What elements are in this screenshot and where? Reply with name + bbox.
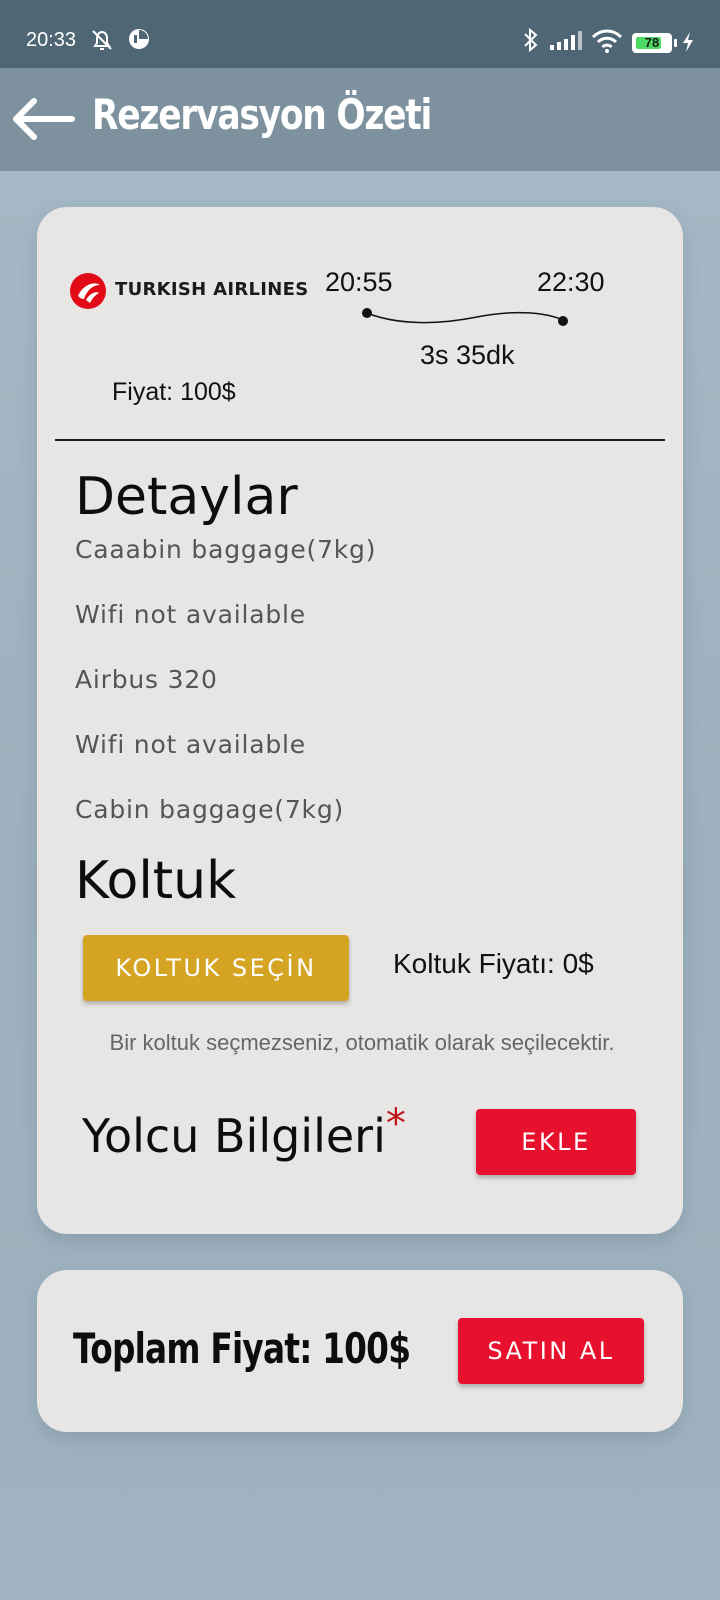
passenger-info-label: Yolcu Bilgileri	[82, 1109, 386, 1163]
status-time: 20:33	[26, 29, 77, 51]
battery-icon: 78	[632, 33, 672, 53]
seat-price: Koltuk Fiyatı: 0$	[393, 948, 594, 979]
total-card: Toplam Fiyat: 100$ SATIN AL	[37, 1270, 683, 1432]
battery-level: 78	[644, 35, 660, 50]
arrow-left-icon[interactable]	[8, 96, 76, 142]
buy-button[interactable]: SATIN AL	[458, 1318, 644, 1384]
divider	[55, 439, 665, 441]
alarm-off-icon	[92, 30, 112, 50]
seat-title: Koltuk	[75, 851, 237, 911]
airline-name: TURKISH AIRLINES	[115, 279, 309, 300]
battery-tip	[674, 39, 677, 47]
flight-duration: 3s 35dk	[420, 340, 515, 370]
app-status-icon	[129, 29, 149, 49]
wifi-icon	[591, 29, 623, 53]
reservation-card: TURKISH AIRLINES 20:55 22:30 3s 35dk Fiy…	[37, 207, 683, 1234]
detail-item: Wifi not available	[75, 600, 306, 629]
page-title: Rezervasyon Özeti	[92, 90, 432, 139]
details-title: Detaylar	[75, 467, 298, 527]
app-bar: Rezervasyon Özeti	[0, 68, 720, 171]
total-price: Toplam Fiyat: 100$	[73, 1324, 411, 1373]
detail-item: Airbus 320	[75, 665, 218, 694]
charging-icon	[683, 32, 693, 52]
detail-item: Cabin baggage(7kg)	[75, 795, 345, 824]
passenger-info-title: Yolcu Bilgileri*	[82, 1101, 406, 1163]
flight-route-line	[362, 308, 568, 326]
departure-time: 20:55	[325, 267, 393, 297]
arrival-time: 22:30	[537, 267, 605, 297]
flight-price: Fiyat: 100$	[112, 378, 236, 406]
status-bar: 20:33 78	[0, 0, 720, 68]
detail-item: Caaabin baggage(7kg)	[75, 535, 377, 564]
required-mark: *	[385, 1101, 406, 1147]
turkish-airlines-logo-icon	[70, 273, 106, 309]
bluetooth-icon	[524, 27, 538, 53]
select-seat-button[interactable]: KOLTUK SEÇİN	[83, 935, 349, 1001]
detail-item: Wifi not available	[75, 730, 306, 759]
departure-dot	[362, 308, 372, 318]
add-passenger-button[interactable]: EKLE	[476, 1109, 636, 1175]
arrival-dot	[558, 316, 568, 326]
seat-note: Bir koltuk seçmezseniz, otomatik olarak …	[109, 1030, 615, 1055]
signal-icon	[550, 31, 582, 50]
